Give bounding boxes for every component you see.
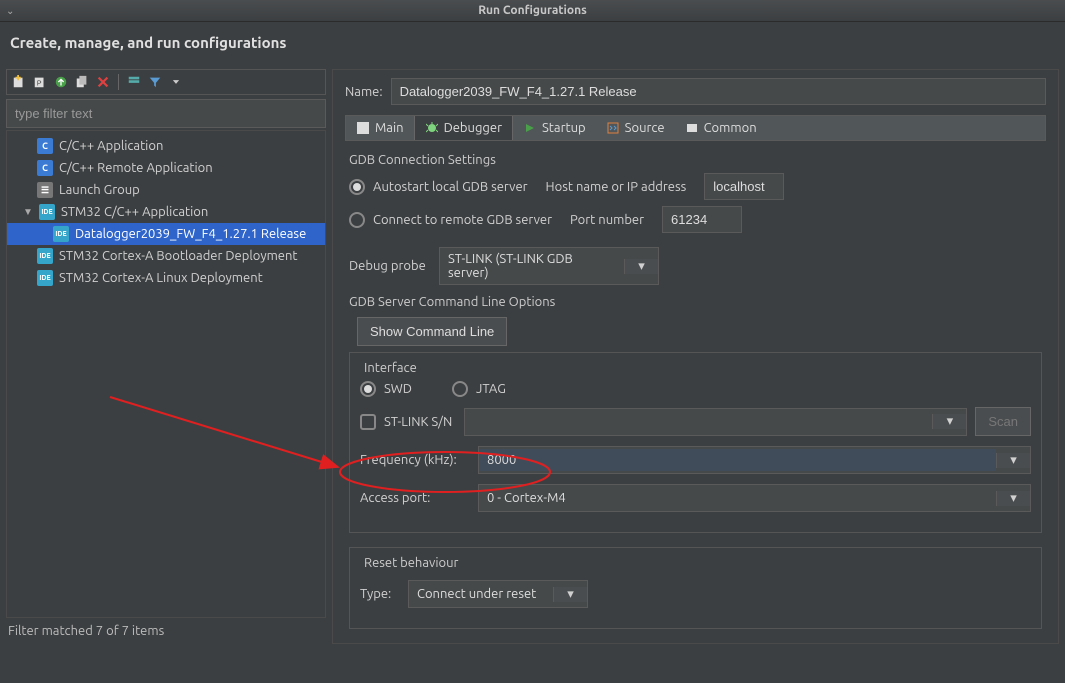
tab-bar: Main Debugger Startup Source Common: [345, 115, 1046, 141]
frequency-label: Frequency (kHz):: [360, 453, 470, 467]
radio-autostart-local[interactable]: [349, 179, 365, 195]
c-app-icon: C: [37, 138, 53, 154]
ide-icon: IDE: [53, 226, 69, 242]
stlink-sn-value: [465, 418, 932, 426]
chevron-down-icon[interactable]: ▾: [932, 414, 966, 429]
tab-label: Source: [625, 121, 665, 135]
c-app-icon: C: [37, 160, 53, 176]
bug-icon: [425, 121, 439, 135]
server-opts-title: GDB Server Command Line Options: [349, 295, 1042, 309]
reset-type-combo[interactable]: Connect under reset ▾: [408, 580, 588, 608]
main-tab-icon: [356, 121, 370, 135]
config-name-input[interactable]: [391, 78, 1046, 105]
ide-icon: IDE: [37, 270, 53, 286]
ide-icon: IDE: [37, 248, 53, 264]
svg-text:P: P: [37, 80, 42, 88]
debug-probe-value: ST-LINK (ST-LINK GDB server): [440, 248, 624, 284]
tree-item-cortexa-linux[interactable]: IDE STM32 Cortex-A Linux Deployment: [7, 267, 325, 289]
port-label: Port number: [570, 213, 644, 227]
duplicate-icon[interactable]: [74, 74, 90, 90]
debug-probe-label: Debug probe: [349, 259, 429, 273]
reset-type-value: Connect under reset: [409, 583, 553, 605]
reset-fieldset: Reset behaviour Type: Connect under rese…: [349, 547, 1042, 629]
frequency-value: 8000: [479, 449, 996, 471]
tree-item-cortexa-bootloader[interactable]: IDE STM32 Cortex-A Bootloader Deployment: [7, 245, 325, 267]
tab-source[interactable]: Source: [596, 116, 675, 140]
tab-label: Common: [704, 121, 757, 135]
startup-icon: [523, 121, 537, 135]
host-label: Host name or IP address: [546, 180, 687, 194]
chevron-down-icon[interactable]: ▾: [553, 587, 587, 602]
frequency-combo[interactable]: 8000 ▾: [478, 446, 1031, 474]
chevron-down-icon[interactable]: ▾: [996, 491, 1030, 506]
window-menu-icon[interactable]: ⌄: [6, 5, 14, 17]
debug-probe-combo[interactable]: ST-LINK (ST-LINK GDB server) ▾: [439, 247, 659, 285]
chevron-down-icon[interactable]: ▾: [996, 453, 1030, 468]
port-input[interactable]: [662, 206, 742, 233]
config-toolbar: P: [6, 69, 326, 95]
page-title: Create, manage, and run configurations: [0, 22, 1065, 69]
source-icon: [606, 121, 620, 135]
new-prototype-icon[interactable]: P: [32, 74, 48, 90]
radio-connect-remote[interactable]: [349, 212, 365, 228]
tree-item-label: C/C++ Application: [59, 139, 163, 153]
tab-label: Main: [375, 121, 404, 135]
filter-status: Filter matched 7 of 7 items: [6, 618, 326, 644]
interface-legend: Interface: [360, 361, 421, 375]
tab-main[interactable]: Main: [346, 116, 414, 140]
stlink-sn-label: ST-LINK S/N: [384, 415, 456, 429]
dropdown-arrow-icon[interactable]: [168, 74, 184, 90]
titlebar: ⌄ Run Configurations: [0, 0, 1065, 22]
tree-item-label: STM32 Cortex-A Linux Deployment: [59, 271, 263, 285]
stlink-sn-combo[interactable]: ▾: [464, 408, 967, 436]
chevron-down-icon[interactable]: ▼: [23, 206, 33, 218]
reset-type-label: Type:: [360, 587, 400, 601]
access-port-combo[interactable]: 0 - Cortex-M4 ▾: [478, 484, 1031, 512]
swd-label: SWD: [384, 382, 412, 396]
delete-icon[interactable]: [95, 74, 111, 90]
tab-startup[interactable]: Startup: [513, 116, 596, 140]
tab-label: Debugger: [444, 121, 502, 135]
host-input[interactable]: [704, 173, 784, 200]
tree-item-label: Datalogger2039_FW_F4_1.27.1 Release: [75, 227, 306, 241]
tab-label: Startup: [542, 121, 586, 135]
window-title: Run Configurations: [478, 4, 587, 17]
new-config-icon[interactable]: [11, 74, 27, 90]
autostart-label: Autostart local GDB server: [373, 180, 528, 194]
launch-group-icon: ☰: [37, 182, 53, 198]
tree-item-datalogger-release[interactable]: IDE Datalogger2039_FW_F4_1.27.1 Release: [7, 223, 325, 245]
tree-item-label: C/C++ Remote Application: [59, 161, 213, 175]
radio-jtag[interactable]: [452, 381, 468, 397]
tree-item-stm32-ccpp[interactable]: ▼ IDE STM32 C/C++ Application: [7, 201, 325, 223]
tree-item-label: STM32 C/C++ Application: [61, 205, 208, 219]
filter-icon[interactable]: [147, 74, 163, 90]
ide-icon: IDE: [39, 204, 55, 220]
reset-legend: Reset behaviour: [360, 556, 462, 570]
gdb-settings-title: GDB Connection Settings: [349, 153, 1042, 167]
tab-common[interactable]: Common: [675, 116, 767, 140]
filter-input[interactable]: [6, 99, 326, 128]
scan-button[interactable]: Scan: [975, 407, 1031, 436]
chevron-down-icon[interactable]: ▾: [624, 259, 658, 274]
show-command-line-button[interactable]: Show Command Line: [357, 317, 507, 346]
tree-item-label: Launch Group: [59, 183, 140, 197]
radio-swd[interactable]: [360, 381, 376, 397]
checkbox-stlink-sn[interactable]: [360, 414, 376, 430]
access-port-value: 0 - Cortex-M4: [479, 487, 996, 509]
name-label: Name:: [345, 85, 383, 99]
common-icon: [685, 121, 699, 135]
tab-debugger[interactable]: Debugger: [414, 116, 513, 140]
tree-item-launch-group[interactable]: ☰ Launch Group: [7, 179, 325, 201]
collapse-all-icon[interactable]: [126, 74, 142, 90]
access-port-label: Access port:: [360, 491, 470, 505]
jtag-label: JTAG: [476, 382, 506, 396]
connect-remote-label: Connect to remote GDB server: [373, 213, 552, 227]
interface-fieldset: Interface SWD JTAG ST-LINK S/N: [349, 352, 1042, 533]
tree-item-label: STM32 Cortex-A Bootloader Deployment: [59, 249, 298, 263]
tree-item-ccpp-remote[interactable]: C C/C++ Remote Application: [7, 157, 325, 179]
tree-item-ccpp-app[interactable]: C C/C++ Application: [7, 135, 325, 157]
config-tree: C C/C++ Application C C/C++ Remote Appli…: [6, 130, 326, 618]
export-icon[interactable]: [53, 74, 69, 90]
